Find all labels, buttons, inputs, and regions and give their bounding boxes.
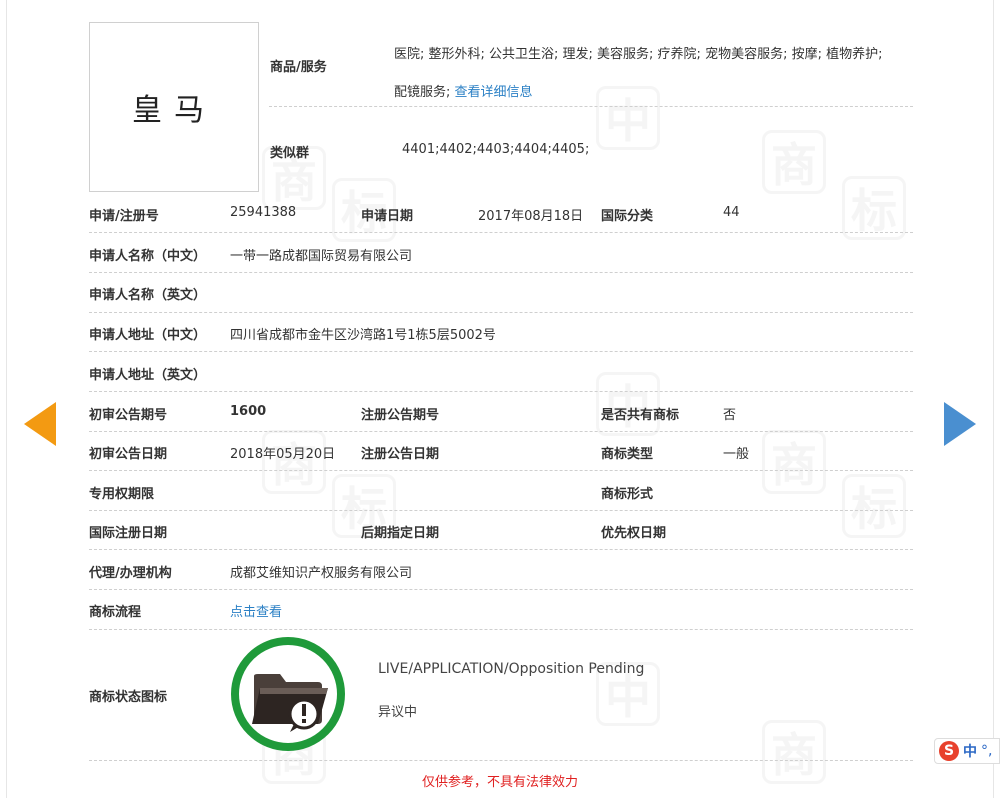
next-arrow-icon[interactable] xyxy=(944,402,976,446)
divider xyxy=(89,549,913,550)
applicant-cn-value: 一带一路成都国际贸易有限公司 xyxy=(230,249,413,264)
applicant-en-label: 申请人名称（英文） xyxy=(89,288,207,303)
priority-date-label: 优先权日期 xyxy=(601,526,667,541)
agent-label: 代理/办理机构 xyxy=(89,566,172,581)
divider xyxy=(89,589,913,590)
prelim-pub-date-value: 2018年05月20日 xyxy=(230,447,336,462)
ime-toolbar[interactable]: S 中 °, xyxy=(934,738,1000,764)
ime-language[interactable]: 中 xyxy=(963,741,977,761)
goods-line-1: 医院; 整形外科; 公共卫生浴; 理发; 美容服务; 疗养院; 宠物美容服务; … xyxy=(394,47,883,62)
apply-date-value: 2017年08月18日 xyxy=(478,209,584,224)
divider xyxy=(89,351,913,352)
divider xyxy=(89,272,913,273)
divider xyxy=(89,232,913,233)
divider xyxy=(89,312,913,313)
similar-group-value: 4401;4402;4403;4404;4405; xyxy=(402,142,590,157)
divider xyxy=(89,760,913,761)
ime-punctuation[interactable]: °, xyxy=(981,743,992,759)
disclaimer: 仅供参考，不具有法律效力 xyxy=(421,775,578,790)
agent-value: 成都艾维知识产权服务有限公司 xyxy=(230,566,413,581)
applicant-cn-label: 申请人名称（中文） xyxy=(89,249,207,264)
goods-list: 医院; 整形外科; 公共卫生浴; 理发; 美容服务; 疗养院; 宠物美容服务; … xyxy=(394,36,914,112)
later-designation-label: 后期指定日期 xyxy=(361,526,440,541)
view-process-link[interactable]: 点击查看 xyxy=(230,601,282,620)
status-icon-label: 商标状态图标 xyxy=(89,690,168,705)
intl-class-value: 44 xyxy=(723,205,740,220)
address-cn-value: 四川省成都市金牛区沙湾路1号1栋5层5002号 xyxy=(230,328,496,343)
reg-pub-no-label: 注册公告期号 xyxy=(361,408,440,423)
prev-arrow-icon[interactable] xyxy=(24,402,56,446)
apply-date-label: 申请日期 xyxy=(361,209,414,224)
prelim-pub-no-label: 初审公告期号 xyxy=(89,408,168,423)
reg-no-value: 25941388 xyxy=(230,205,297,220)
intl-reg-date-label: 国际注册日期 xyxy=(89,526,168,541)
divider xyxy=(89,510,913,511)
ime-logo-icon: S xyxy=(939,741,959,761)
prelim-pub-date-label: 初审公告日期 xyxy=(89,447,168,462)
shared-trademark-value: 否 xyxy=(723,408,737,423)
view-details-link[interactable]: 查看详细信息 xyxy=(455,85,533,100)
process-label: 商标流程 xyxy=(89,605,142,620)
divider xyxy=(89,629,913,630)
reg-pub-date-label: 注册公告日期 xyxy=(361,447,440,462)
address-cn-label: 申请人地址（中文） xyxy=(89,328,207,343)
exclusive-period-label: 专用权期限 xyxy=(89,487,155,502)
tm-type-label: 商标类型 xyxy=(601,447,654,462)
goods-label: 商品/服务 xyxy=(270,60,327,75)
shared-trademark-label: 是否共有商标 xyxy=(601,408,680,423)
prelim-pub-no-value: 1600 xyxy=(230,404,267,419)
intl-class-label: 国际分类 xyxy=(601,209,654,224)
tm-type-value: 一般 xyxy=(723,447,750,462)
address-en-label: 申请人地址（英文） xyxy=(89,368,207,383)
divider xyxy=(89,391,913,392)
reg-no-label: 申请/注册号 xyxy=(89,209,159,224)
divider xyxy=(89,431,913,432)
similar-group-label: 类似群 xyxy=(270,146,310,161)
status-text-cn: 异议中 xyxy=(378,705,418,720)
tm-form-label: 商标形式 xyxy=(601,487,654,502)
trademark-logo-text: 皇马 xyxy=(132,93,216,128)
status-text-en: LIVE/APPLICATION/Opposition Pending xyxy=(378,661,645,677)
divider xyxy=(269,106,913,107)
trademark-image: 皇马 xyxy=(89,22,259,192)
opposition-pending-icon xyxy=(231,637,345,751)
goods-line-2-text: 配镜服务; xyxy=(394,85,455,100)
divider xyxy=(89,470,913,471)
